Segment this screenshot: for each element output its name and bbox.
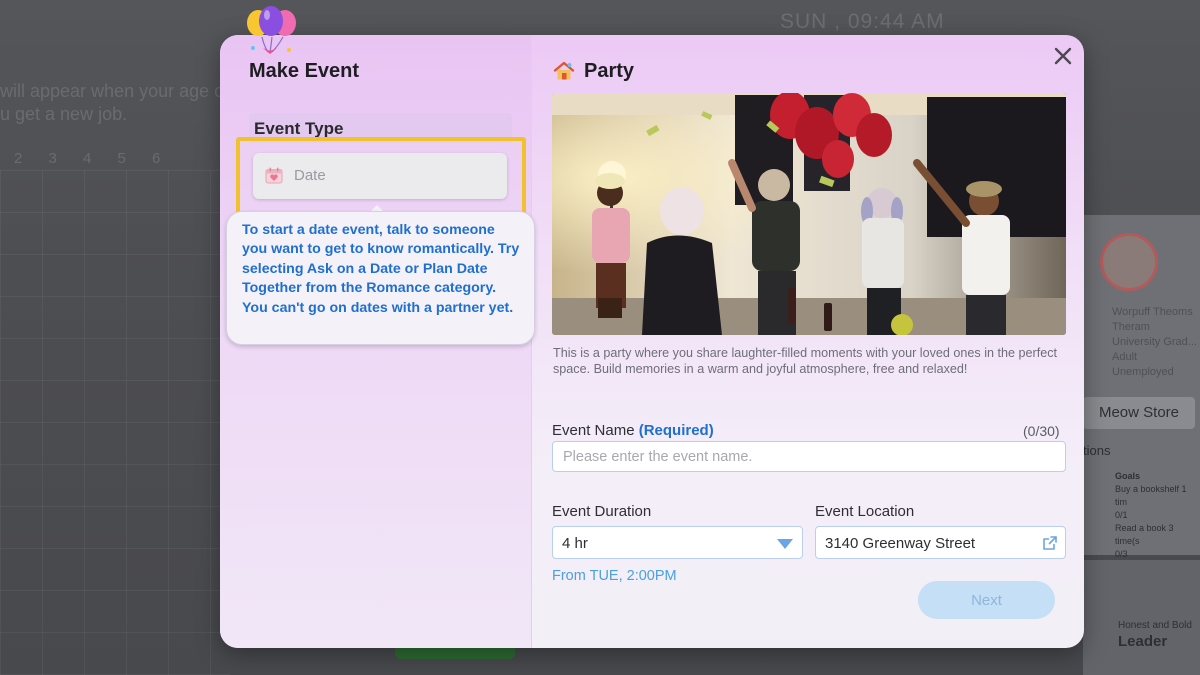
goals-title: Goals: [1115, 471, 1141, 481]
background-side-card-text: Worpuff Theoms Theram University Grad...…: [1112, 305, 1197, 380]
background-hint-line-1: will appear when your age c: [0, 81, 224, 101]
background-avatar: [1100, 233, 1158, 291]
background-trait-sub: Honest and Bold: [1118, 620, 1192, 631]
event-description: This is a party where you share laughter…: [553, 346, 1057, 376]
party-illustration: [552, 93, 1066, 335]
calendar-heart-icon: [265, 167, 283, 184]
event-type-date-label: Date: [294, 167, 326, 184]
next-button[interactable]: Next: [918, 581, 1055, 619]
close-icon: [1054, 47, 1072, 65]
person-twintails: [861, 188, 904, 335]
background-hint-text: will appear when your age c u get a new …: [0, 80, 225, 126]
background-hint-line-2: u get a new job.: [0, 104, 128, 124]
modal-title: Make Event: [249, 60, 360, 82]
event-type-label: Event Type: [254, 119, 344, 138]
event-name-label-row: Event Name (Required): [552, 422, 714, 439]
chevron-down-icon: [777, 539, 793, 549]
background-trait-card: [1083, 560, 1200, 675]
background-calendar-grid: [0, 170, 230, 675]
goal-1-progress: 0/1: [1115, 510, 1128, 520]
make-event-modal: Make Event Event Type Date To start a da…: [220, 35, 1084, 648]
date-event-tooltip: To start a date event, talk to someone y…: [226, 211, 535, 345]
background-clock: SUN , 09:44 AM: [780, 10, 945, 33]
close-button[interactable]: [1051, 44, 1075, 68]
event-name-counter: (0/30): [1023, 423, 1060, 439]
background-actions-label: tions: [1083, 443, 1111, 458]
event-type-panel: Make Event Event Type Date To start a da…: [220, 35, 535, 648]
event-location-field[interactable]: 3140 Greenway Street: [815, 526, 1066, 559]
side-card-line-4: Adult: [1112, 351, 1138, 363]
event-duration-label: Event Duration: [552, 503, 652, 520]
external-link-icon[interactable]: [1042, 535, 1058, 551]
goal-2: Read a book 3 time(s: [1115, 523, 1174, 546]
background-goals: Goals Buy a bookshelf 1 tim 0/1 Read a b…: [1115, 470, 1200, 561]
event-start-time: From TUE, 2:00PM: [552, 568, 677, 584]
side-card-line-3: University Grad...: [1112, 336, 1197, 348]
event-name-required: (Required): [638, 422, 714, 439]
event-location-value: 3140 Greenway Street: [825, 535, 976, 552]
event-location-label: Event Location: [815, 503, 915, 520]
event-duration-select[interactable]: 4 hr: [552, 526, 803, 559]
side-card-line-1: Worpuff Theoms: [1112, 306, 1193, 318]
event-category-title: Party: [584, 60, 635, 82]
background-day-numbers: 2 3 4 5 6: [14, 150, 161, 167]
balloons-icon: [247, 6, 296, 54]
goal-1: Buy a bookshelf 1 tim: [1115, 484, 1187, 507]
event-type-date-option[interactable]: Date: [253, 153, 507, 199]
side-card-line-2: Theram: [1112, 321, 1150, 333]
background-trait-title: Leader: [1118, 633, 1168, 650]
house-icon: [553, 61, 575, 80]
event-duration-value: 4 hr: [562, 535, 588, 552]
side-card-line-5: Unemployed: [1112, 366, 1174, 378]
event-name-label: Event Name: [552, 422, 635, 439]
background-meow-store-button: Meow Store: [1083, 397, 1195, 429]
event-name-input[interactable]: [552, 441, 1066, 472]
